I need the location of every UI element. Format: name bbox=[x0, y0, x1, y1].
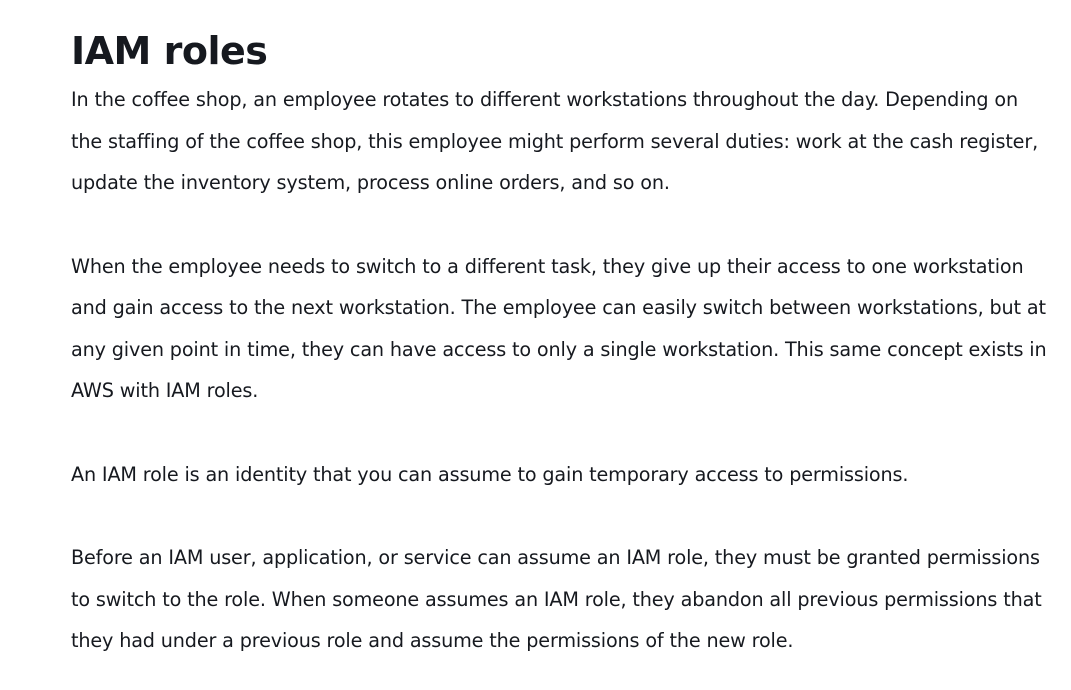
paragraph-switching-workstations: When the employee needs to switch to a d… bbox=[71, 254, 1047, 403]
document-content: IAM roles In the coffee shop, an employe… bbox=[71, 26, 1051, 662]
paragraph-coffee-shop-intro: In the coffee shop, an employee rotates … bbox=[71, 88, 1039, 194]
paragraph-iam-role-definition: An IAM role is an identity that you can … bbox=[71, 462, 909, 486]
paragraph-assuming-role: Before an IAM user, application, or serv… bbox=[71, 546, 1042, 652]
page-title: IAM roles bbox=[71, 29, 268, 73]
